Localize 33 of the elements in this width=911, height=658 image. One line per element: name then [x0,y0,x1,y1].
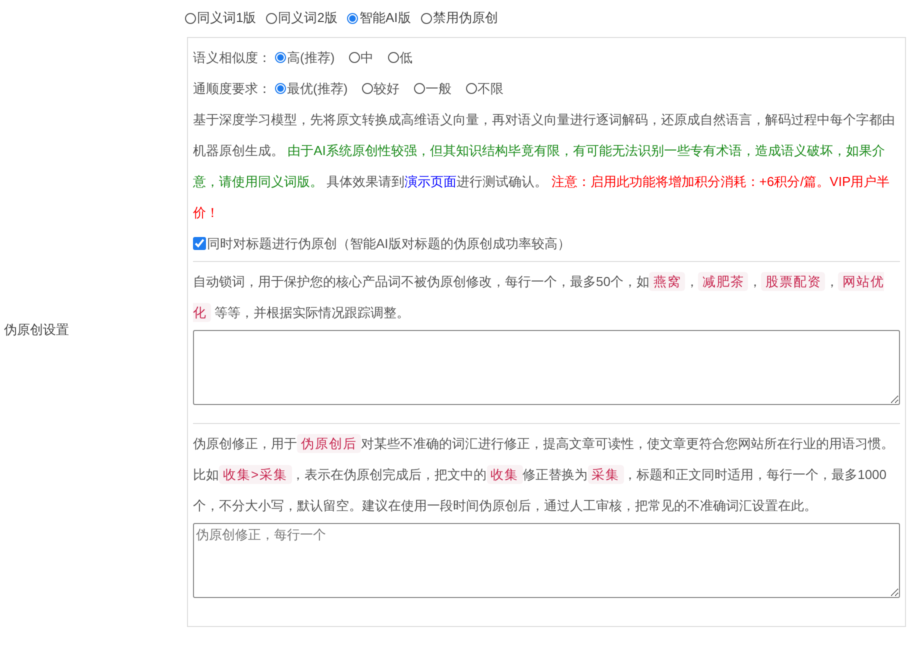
radio-button[interactable] [362,83,373,94]
lock-words-help-text: 自动锁词，用于保护您的核心产品词不被伪原创修改，每行一个，最多50个，如 燕窝 ， 减肥茶 ， 股票配资 ， 网站优化 等等，并根据实际情况跟踪调整。 [193,271,886,324]
corrections-field[interactable]: 伪原创修正，每行一个 [193,523,900,598]
option-label: 高(推荐) [287,48,335,66]
option-label: 较好 [374,80,400,98]
option-label: 同义词2版 [278,9,338,27]
radio-button[interactable] [275,83,286,94]
radio-button[interactable] [266,12,278,24]
radio-button[interactable] [388,52,399,63]
radio-button[interactable] [275,52,286,63]
checkbox-label: 同时对标题进行伪原创（智能AI版对标题的伪原创成功率较高） [207,234,570,252]
option-label: 一般 [426,80,452,98]
option-label: 最优(推荐) [287,80,348,98]
radio-button[interactable] [466,83,477,94]
checkbox[interactable] [193,237,206,250]
option-label: 智能AI版 [359,9,411,27]
option-label: 同义词1版 [197,9,256,27]
field-label: 语义相似度： [193,48,271,66]
radio-button[interactable] [348,52,360,63]
section-label: 伪原创设置 [4,321,69,339]
radio-button[interactable] [414,83,425,94]
radio-button[interactable] [420,12,432,24]
option-label: 中 [360,48,374,66]
radio-button[interactable] [185,12,196,24]
field-label: 通顺度要求： [193,80,271,98]
demo-page-link[interactable]: 演示页面 [404,174,457,189]
option-label: 禁用伪原创 [432,9,498,27]
lock-words-field[interactable] [193,330,900,405]
option-label: 低 [400,48,413,66]
option-label: 不限 [478,80,504,98]
radio-button[interactable] [347,12,358,24]
description-text: 基于深度学习模型，先将原文转换成高维语义向量，再对语义向量进行逐词解码，还原成自然语言，解码过程中每个字都由机器原创生成。 由于AI系统原创性较强，但其知识结构毕竟有限，有可能无法识别一些专有术语，造成语义破坏，如果介意，请使用同义词版。 具体效果请到演示页面进行测试确认。 注意：启用此功能将增加积分消耗：+6积分/篇。VIP用户半价！ [193,111,896,222]
corrections-help-text: 伪原创修正，用于 伪原创后 对某些不准确的词汇进行修正，提高文章可读性，使文章更符合您网站所在行业的用语习惯。比如 收集>采集 ，表示在伪原创完成后，把文中的 收集 修正替换为 采集 ，标题和正文同时适用，每行一个，最多1000个，不分大小写，默认留空。建议在使用一段时间伪原创后，通过人工审核，把常见的不准确词汇设置在此。 [193,433,895,515]
